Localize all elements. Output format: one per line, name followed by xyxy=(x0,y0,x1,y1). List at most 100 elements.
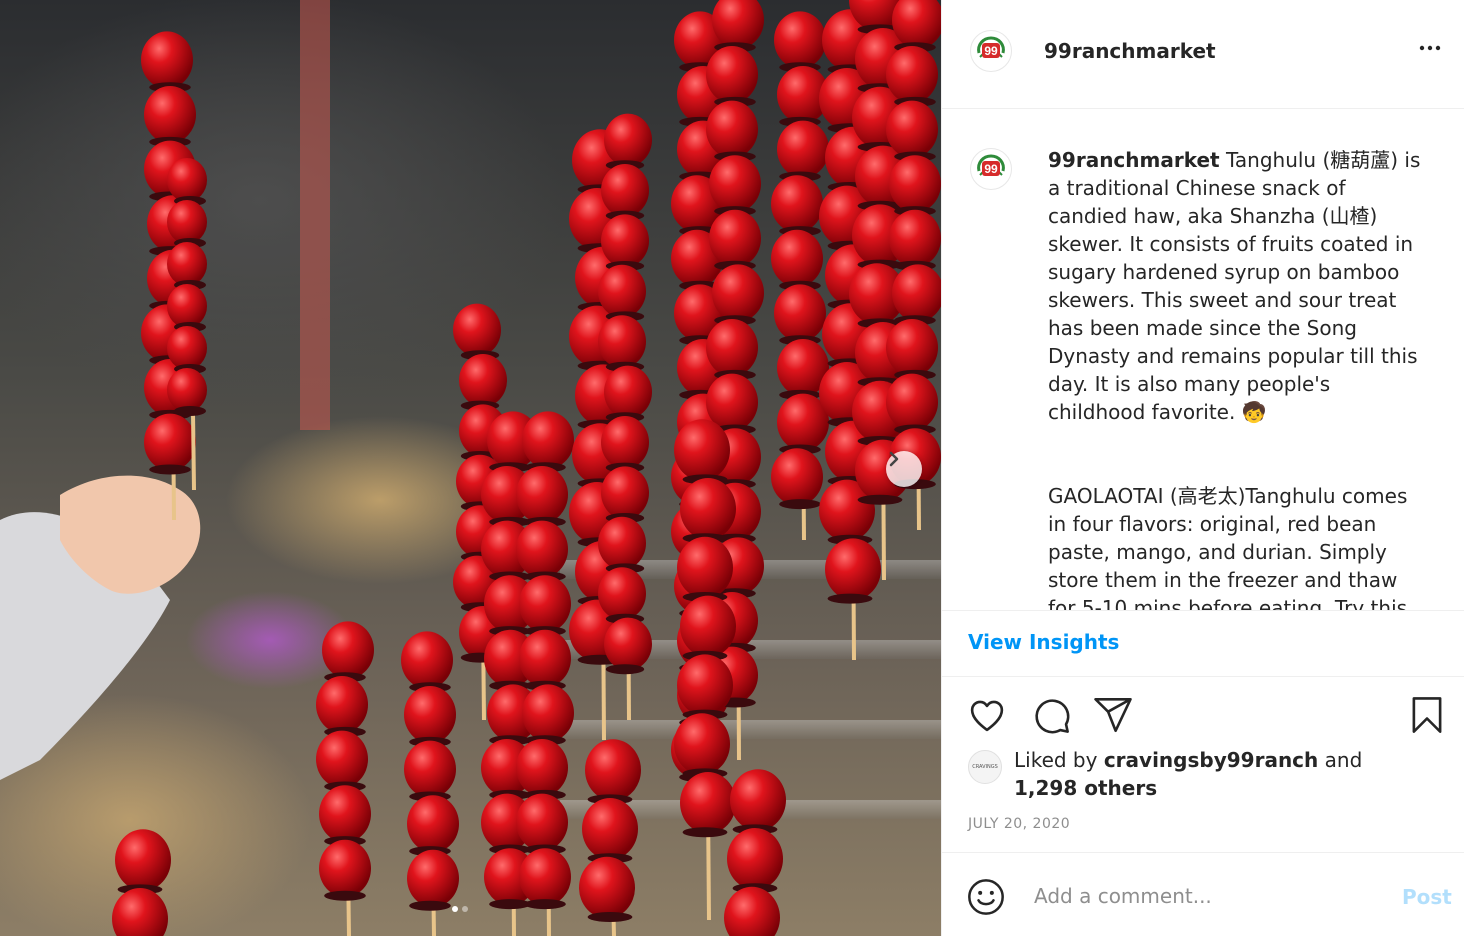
candied-fruit xyxy=(167,158,207,202)
candied-fruit xyxy=(680,772,736,834)
candied-fruit xyxy=(886,373,938,431)
candied-fruit xyxy=(141,31,193,89)
comment-row: Post xyxy=(942,853,1464,936)
candied-fruit xyxy=(407,849,459,908)
candied-fruit xyxy=(706,46,758,104)
post-caption: 99ranchmarket Tanghulu (糖葫蘆) is a tradit… xyxy=(1048,146,1428,611)
ranch-logo-icon: 99 xyxy=(977,154,1005,176)
candied-fruit xyxy=(598,567,646,620)
likes-prefix: Liked by xyxy=(1014,748,1098,772)
candied-fruit xyxy=(892,264,941,322)
candied-fruit xyxy=(724,886,780,936)
comment-button[interactable] xyxy=(1030,694,1072,740)
candied-fruit xyxy=(825,538,881,600)
candied-fruit xyxy=(167,284,207,328)
save-button[interactable] xyxy=(1406,694,1448,740)
fruit-seam xyxy=(324,890,366,901)
like-button[interactable] xyxy=(966,694,1008,740)
candied-fruit xyxy=(727,828,783,890)
candied-fruit xyxy=(771,175,823,233)
candied-fruit xyxy=(674,419,730,481)
candied-fruit xyxy=(144,86,196,144)
chevron-right-icon xyxy=(889,451,899,467)
fruit-seam xyxy=(149,464,191,475)
post-date[interactable]: JULY 20, 2020 xyxy=(968,816,1070,832)
post-photo[interactable] xyxy=(0,0,941,936)
candied-fruit xyxy=(601,214,649,268)
likes-text: Liked by cravingsby99ranch and 1,298 oth… xyxy=(1014,746,1414,802)
candied-fruit xyxy=(598,315,646,368)
candied-fruit xyxy=(112,888,168,936)
candied-fruit xyxy=(453,303,501,357)
carousel-dot xyxy=(462,906,468,912)
svg-text:99: 99 xyxy=(984,162,998,176)
candied-fruit xyxy=(604,113,652,167)
candied-fruit xyxy=(316,730,368,788)
candied-fruit xyxy=(516,520,568,578)
candied-fruit xyxy=(167,200,207,244)
candied-fruit xyxy=(709,209,761,267)
liker-username[interactable]: cravingsby99ranch xyxy=(1104,748,1318,772)
carousel-dot-active xyxy=(452,906,458,912)
candied-fruit xyxy=(516,739,568,797)
more-options-button[interactable] xyxy=(1418,36,1442,66)
bookmark-icon xyxy=(1412,697,1442,733)
likes-and: and xyxy=(1324,748,1363,772)
candied-fruit xyxy=(712,264,764,322)
post-header: 99 99ranchmarket xyxy=(942,0,1464,109)
smiley-icon xyxy=(968,879,1004,915)
candied-fruit xyxy=(519,848,571,906)
ranch-logo-icon: 99 xyxy=(977,36,1005,58)
candied-fruit xyxy=(677,536,733,599)
candied-fruit xyxy=(404,740,456,798)
candied-fruit xyxy=(167,368,207,412)
candied-fruit xyxy=(519,629,571,688)
header-username[interactable]: 99ranchmarket xyxy=(1044,39,1216,63)
fruit-seam xyxy=(409,900,451,911)
fruit-seam xyxy=(524,899,566,910)
caption-text-2: GAOLAOTAI (高老太)Tanghulu comes in four fl… xyxy=(1048,484,1408,611)
fruit-seam xyxy=(174,406,206,416)
candied-fruit xyxy=(709,155,761,213)
caption-text: Tanghulu (糖葫蘆) is a traditional Chinese … xyxy=(1048,148,1421,424)
candied-fruit xyxy=(404,686,456,744)
post-comment-button[interactable]: Post xyxy=(1402,885,1452,909)
candied-fruit xyxy=(889,209,941,267)
view-insights-link[interactable]: View Insights xyxy=(968,630,1119,654)
likes-count-link[interactable]: 1,298 others xyxy=(1014,776,1157,800)
fruit-seam xyxy=(605,664,645,675)
caption-scroll-area[interactable]: 99 99ranchmarket Tanghulu (糖葫蘆) is a tra… xyxy=(942,108,1464,611)
heart-icon xyxy=(970,700,1004,732)
candied-fruit xyxy=(886,100,938,158)
candied-fruit xyxy=(319,785,371,843)
candied-fruit xyxy=(604,365,652,419)
emoji-button[interactable] xyxy=(966,877,1006,921)
candied-fruit xyxy=(771,448,823,506)
candied-fruit xyxy=(582,798,638,860)
candied-fruit xyxy=(677,654,733,716)
candied-fruit xyxy=(144,413,196,471)
candied-fruit xyxy=(706,319,758,377)
caption-avatar[interactable]: 99 xyxy=(968,146,1014,192)
candied-fruit xyxy=(598,264,646,318)
candied-fruit xyxy=(886,319,938,377)
candied-fruit xyxy=(601,466,649,520)
comment-input[interactable] xyxy=(1032,875,1366,917)
candied-fruit xyxy=(886,46,938,104)
tanghulu-skewers xyxy=(0,0,941,936)
candied-fruit xyxy=(604,617,652,671)
candied-fruit xyxy=(771,229,823,287)
candied-fruit xyxy=(680,478,736,540)
profile-avatar[interactable]: 99 xyxy=(968,28,1014,74)
candied-fruit xyxy=(516,793,568,851)
fruit-seam xyxy=(779,499,821,510)
candied-fruit xyxy=(522,411,574,469)
fruit-seam xyxy=(587,912,633,922)
liker-avatar[interactable]: CRAVINGS xyxy=(968,750,1002,784)
candied-fruit xyxy=(680,595,736,658)
next-photo-button[interactable] xyxy=(886,451,922,487)
candied-fruit xyxy=(319,839,371,898)
share-button[interactable] xyxy=(1092,694,1134,740)
candied-fruit xyxy=(585,739,641,801)
caption-username[interactable]: 99ranchmarket xyxy=(1048,148,1220,172)
